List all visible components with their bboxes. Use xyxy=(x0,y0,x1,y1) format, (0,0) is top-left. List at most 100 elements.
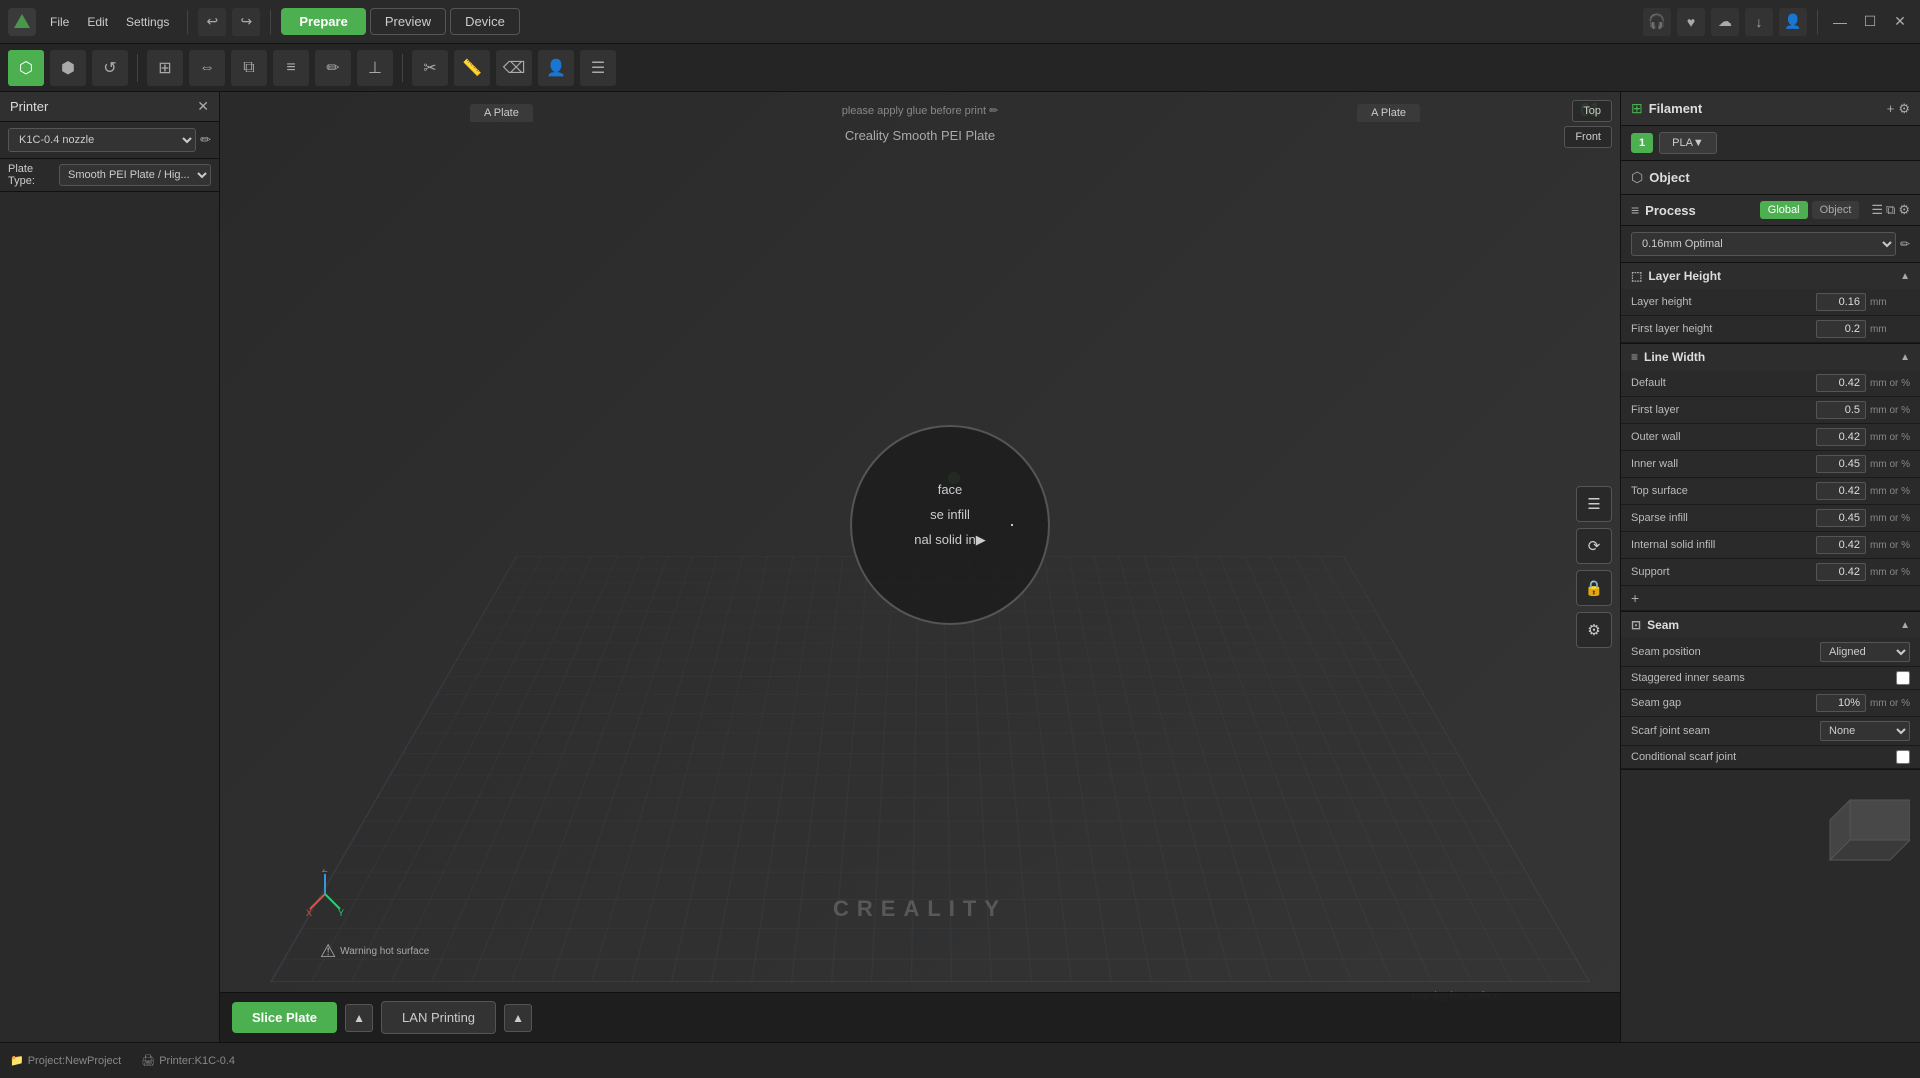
line-width-header[interactable]: ≡ Line Width ▲ xyxy=(1621,344,1920,370)
cloud-icon[interactable]: ☁ xyxy=(1711,8,1739,36)
prepare-button[interactable]: Prepare xyxy=(281,8,365,35)
line-width-first-layer-row: First layer 0.5 mm or % xyxy=(1621,397,1920,424)
first-layer-height-value[interactable]: 0.2 xyxy=(1816,320,1866,338)
lan-printing-button[interactable]: LAN Printing xyxy=(381,1001,496,1034)
slice-expand-button[interactable]: ▲ xyxy=(345,1004,373,1032)
line-width-default-value[interactable]: 0.42 xyxy=(1816,374,1866,392)
scarf-joint-select[interactable]: None External All xyxy=(1820,721,1910,741)
maximize-button[interactable]: ☐ xyxy=(1858,10,1882,34)
line-width-solid-infill-value[interactable]: 0.42 xyxy=(1816,536,1866,554)
toolbar-move[interactable]: ⬢ xyxy=(50,50,86,86)
user-icon[interactable]: 👤 xyxy=(1779,8,1807,36)
printer-panel-close[interactable]: ✕ xyxy=(197,98,209,115)
toolbar-paint[interactable]: ✏ xyxy=(315,50,351,86)
plate-type-select[interactable]: Smooth PEI Plate / Hig... xyxy=(59,164,211,186)
line-width-sparse-infill-value[interactable]: 0.45 xyxy=(1816,509,1866,527)
filament-add-button[interactable]: + xyxy=(1887,101,1895,117)
headset-icon[interactable]: 🎧 xyxy=(1643,8,1671,36)
front-view-button[interactable]: Front xyxy=(1564,126,1612,148)
menu-file[interactable]: File xyxy=(42,11,77,33)
printer-info: 🖨 Printer:K1C-0.4 xyxy=(141,1054,235,1067)
heart-icon[interactable]: ♥ xyxy=(1677,8,1705,36)
layer-height-unit: mm xyxy=(1870,297,1910,308)
layer-height-header[interactable]: ⬚ Layer Height ▲ xyxy=(1621,263,1920,289)
device-button[interactable]: Device xyxy=(450,8,520,35)
seam-position-select[interactable]: Aligned Random Nearest Rear xyxy=(1820,642,1910,662)
preview-button[interactable]: Preview xyxy=(370,8,446,35)
svg-text:Z: Z xyxy=(322,869,328,874)
toolbar-cut[interactable]: ✂ xyxy=(412,50,448,86)
filament-settings-button[interactable]: ⚙ xyxy=(1898,101,1910,117)
download-icon[interactable]: ↓ xyxy=(1745,8,1773,36)
separator2 xyxy=(270,10,271,34)
toolbar-layer[interactable]: ≡ xyxy=(273,50,309,86)
process-profile-select[interactable]: 0.16mm Optimal xyxy=(1631,232,1896,256)
line-width-default-unit: mm or % xyxy=(1870,378,1910,389)
seam-header[interactable]: ⊡ Seam ▲ xyxy=(1621,612,1920,638)
process-edit-button[interactable]: ✏ xyxy=(1900,237,1910,251)
line-width-support-label: Support xyxy=(1631,566,1816,578)
toolbar-arrange[interactable]: ⊞ xyxy=(147,50,183,86)
slice-plate-button[interactable]: Slice Plate xyxy=(232,1002,337,1033)
toolbar-support[interactable]: ⊥ xyxy=(357,50,393,86)
conditional-scarf-checkbox[interactable] xyxy=(1896,750,1910,764)
seam-chevron: ▲ xyxy=(1900,620,1910,631)
layer-height-value[interactable]: 0.16 xyxy=(1816,293,1866,311)
toolbar-rotate[interactable]: ↺ xyxy=(92,50,128,86)
filament-actions: + ⚙ xyxy=(1887,101,1910,117)
line-width-add-button[interactable]: + xyxy=(1631,590,1639,606)
close-button[interactable]: ✕ xyxy=(1888,10,1912,34)
toolbar-select[interactable]: ⬡ xyxy=(8,50,44,86)
object-list-button[interactable]: ☰ xyxy=(1576,486,1612,522)
auto-orient-button[interactable]: ⟳ xyxy=(1576,528,1612,564)
seam-gap-value[interactable]: 10% xyxy=(1816,694,1866,712)
toolbar-copy[interactable]: ⧉ xyxy=(231,50,267,86)
window-controls: 🎧 ♥ ☁ ↓ 👤 — ☐ ✕ xyxy=(1643,8,1912,36)
process-list-button[interactable]: ☰ xyxy=(1871,202,1883,218)
tab-object[interactable]: Object xyxy=(1812,201,1860,219)
toolbar-measure[interactable]: 📏 xyxy=(454,50,490,86)
line-width-title: ≡ Line Width xyxy=(1631,350,1705,364)
nozzle-edit-button[interactable]: ✏ xyxy=(200,132,211,148)
redo-button[interactable]: ↪ xyxy=(232,8,260,36)
lan-expand-button[interactable]: ▲ xyxy=(504,1004,532,1032)
minimize-button[interactable]: — xyxy=(1828,10,1852,34)
toolbar-sep2 xyxy=(402,54,403,82)
line-width-support-row: Support 0.42 mm or % xyxy=(1621,559,1920,586)
staggered-seams-row: Staggered inner seams xyxy=(1621,667,1920,690)
nozzle-select[interactable]: K1C-0.4 nozzle xyxy=(8,128,196,152)
toolbar-person[interactable]: 👤 xyxy=(538,50,574,86)
circular-menu-solid[interactable]: nal solid in▶ xyxy=(906,529,993,551)
line-width-first-layer-value[interactable]: 0.5 xyxy=(1816,401,1866,419)
toolbar-mirror[interactable]: ⇔ xyxy=(189,50,225,86)
toolbar-wipe[interactable]: ⌫ xyxy=(496,50,532,86)
pla-select-button[interactable]: PLA▼ xyxy=(1659,132,1717,154)
viewport-right-controls: ☰ ⟳ 🔒 ⚙ xyxy=(1576,486,1612,648)
circular-context-menu[interactable]: face se infill nal solid in▶ xyxy=(850,425,1050,625)
line-width-support-value[interactable]: 0.42 xyxy=(1816,563,1866,581)
menu-settings[interactable]: Settings xyxy=(118,11,177,33)
process-copy-button[interactable]: ⧉ xyxy=(1886,202,1895,218)
plate-type-row: Plate Type: Smooth PEI Plate / Hig... xyxy=(0,159,219,192)
cursor-indicator xyxy=(1011,524,1013,526)
nozzle-row: K1C-0.4 nozzle ✏ xyxy=(0,122,219,159)
circular-menu-infill[interactable]: se infill xyxy=(922,504,978,525)
top-view-button[interactable]: Top xyxy=(1572,100,1612,122)
tab-global[interactable]: Global xyxy=(1760,201,1808,219)
undo-button[interactable]: ↩ xyxy=(198,8,226,36)
settings-button[interactable]: ⚙ xyxy=(1576,612,1612,648)
nav-buttons: Prepare Preview Device xyxy=(281,8,519,35)
line-width-outer-wall-value[interactable]: 0.42 xyxy=(1816,428,1866,446)
process-select-row: 0.16mm Optimal ✏ xyxy=(1621,226,1920,263)
toolbar-menu[interactable]: ☰ xyxy=(580,50,616,86)
staggered-seams-checkbox[interactable] xyxy=(1896,671,1910,685)
seam-section: ⊡ Seam ▲ Seam position Aligned Random Ne… xyxy=(1621,612,1920,770)
menu-edit[interactable]: Edit xyxy=(79,11,116,33)
circular-menu-face[interactable]: face xyxy=(930,479,971,500)
3d-canvas[interactable]: A Plate A Plate please apply glue before… xyxy=(220,92,1620,1042)
filament-number-button[interactable]: 1 xyxy=(1631,133,1653,153)
lock-button[interactable]: 🔒 xyxy=(1576,570,1612,606)
line-width-inner-wall-value[interactable]: 0.45 xyxy=(1816,455,1866,473)
line-width-top-surface-value[interactable]: 0.42 xyxy=(1816,482,1866,500)
process-settings-button[interactable]: ⚙ xyxy=(1898,202,1910,218)
